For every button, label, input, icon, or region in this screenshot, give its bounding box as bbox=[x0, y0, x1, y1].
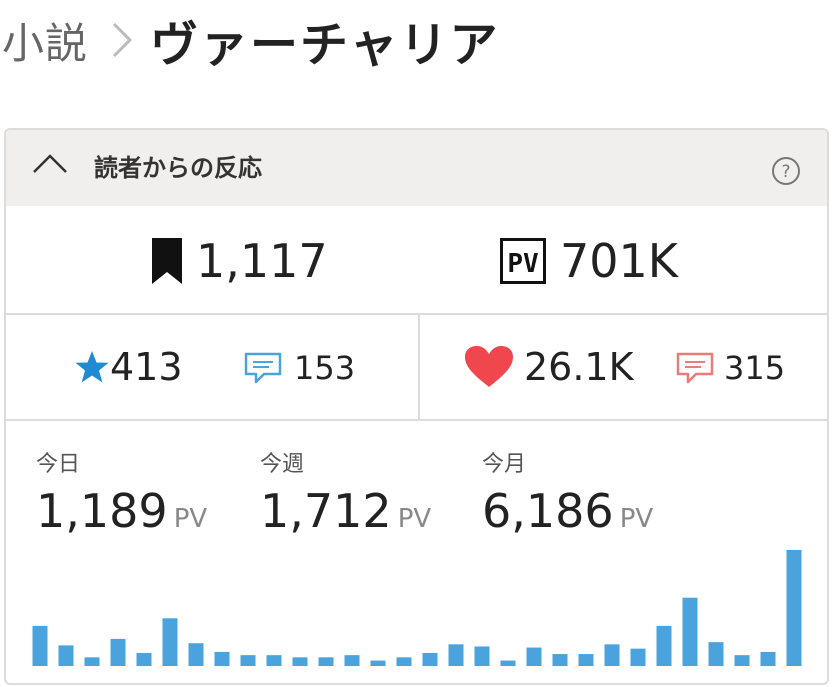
reactions-panel-header[interactable]: 読者からの反応 ? bbox=[6, 130, 827, 206]
heart-count: 26.1K bbox=[524, 345, 634, 389]
pv-week: 今週 1,712 PV bbox=[260, 446, 431, 538]
pv-bar[interactable] bbox=[214, 651, 230, 666]
pv-bar[interactable] bbox=[682, 597, 698, 666]
pv-bar[interactable] bbox=[58, 645, 74, 666]
pv-week-value: 1,712 bbox=[260, 484, 392, 538]
svg-text:PV: PV bbox=[507, 249, 538, 279]
reactions-row: 413 153 26.1K 315 bbox=[6, 315, 827, 421]
pv-bar[interactable] bbox=[370, 660, 386, 666]
star-stat[interactable]: 413 bbox=[74, 345, 183, 389]
pv-month: 今月 6,186 PV bbox=[482, 446, 653, 538]
bookmark-count: 1,117 bbox=[196, 234, 328, 288]
pv-bar[interactable] bbox=[630, 648, 646, 666]
pv-bar[interactable] bbox=[110, 638, 126, 666]
pv-bar[interactable] bbox=[708, 642, 724, 666]
breadcrumb-parent-link[interactable]: 小説 bbox=[2, 10, 88, 71]
pv-unit: PV bbox=[397, 504, 432, 534]
bookmark-stat: 1,117 bbox=[152, 234, 328, 288]
pv-bar[interactable] bbox=[318, 657, 334, 666]
review-bubble-icon bbox=[244, 352, 282, 384]
pv-bar[interactable] bbox=[240, 655, 256, 666]
help-icon[interactable]: ? bbox=[771, 156, 801, 186]
chevron-right-icon bbox=[112, 22, 133, 58]
pv-bar[interactable] bbox=[292, 657, 308, 666]
pv-bar[interactable] bbox=[448, 644, 464, 666]
pv-bar[interactable] bbox=[760, 651, 776, 666]
pv-bar[interactable] bbox=[84, 657, 100, 666]
pv-bar[interactable] bbox=[422, 652, 438, 666]
comment-bubble-icon bbox=[676, 352, 714, 384]
heart-stat[interactable]: 26.1K bbox=[464, 345, 634, 389]
pv-month-label: 今月 bbox=[482, 452, 527, 477]
comment-count: 315 bbox=[724, 349, 786, 387]
pv-bar[interactable] bbox=[474, 646, 490, 666]
svg-text:?: ? bbox=[781, 162, 790, 182]
pv-week-label: 今週 bbox=[260, 452, 305, 477]
pv-today-value: 1,189 bbox=[36, 484, 168, 538]
pv-bar[interactable] bbox=[500, 660, 516, 666]
pv-total-stat: PV 701K bbox=[500, 234, 678, 288]
pv-today: 今日 1,189 PV bbox=[36, 446, 207, 538]
pv-bar[interactable] bbox=[162, 618, 178, 666]
chevron-up-icon bbox=[33, 154, 67, 173]
divider bbox=[418, 315, 420, 419]
pv-bar[interactable] bbox=[734, 655, 750, 666]
pv-bar[interactable] bbox=[604, 644, 620, 666]
pv-bar[interactable] bbox=[526, 647, 542, 666]
bookmark-icon bbox=[152, 238, 182, 284]
pv-bar[interactable] bbox=[396, 657, 412, 666]
pv-bar[interactable] bbox=[578, 654, 594, 666]
pv-today-label: 今日 bbox=[36, 452, 81, 477]
pv-bar[interactable] bbox=[786, 550, 802, 666]
reactions-title: 読者からの反応 bbox=[94, 154, 262, 182]
star-icon bbox=[75, 351, 109, 383]
pv-bar[interactable] bbox=[266, 655, 282, 666]
pv-bar[interactable] bbox=[136, 652, 152, 666]
review-stat[interactable]: 153 bbox=[244, 349, 355, 387]
review-count: 153 bbox=[294, 349, 356, 387]
pv-badge-icon: PV bbox=[500, 238, 546, 284]
reactions-panel: 読者からの反応 ? 1,117 PV 701K 413 153 26.1K 31… bbox=[4, 128, 829, 685]
breadcrumb: 小説 ヴァーチャリア bbox=[0, 0, 833, 80]
pv-unit: PV bbox=[619, 504, 654, 534]
pv-bar[interactable] bbox=[32, 625, 48, 666]
pv-total-count: 701K bbox=[560, 234, 678, 288]
pv-bar[interactable] bbox=[188, 643, 204, 666]
pv-unit: PV bbox=[173, 504, 208, 534]
pv-bar[interactable] bbox=[656, 625, 672, 666]
comment-stat[interactable]: 315 bbox=[676, 349, 785, 387]
pv-month-value: 6,186 bbox=[482, 484, 614, 538]
pv-bar[interactable] bbox=[344, 655, 360, 666]
totals-row: 1,117 PV 701K bbox=[6, 206, 827, 315]
page-title: ヴァーチャリア bbox=[150, 17, 500, 73]
star-count: 413 bbox=[110, 345, 183, 389]
daily-pv-chart bbox=[32, 550, 802, 666]
heart-icon bbox=[465, 346, 513, 387]
pv-bar[interactable] bbox=[552, 654, 568, 666]
